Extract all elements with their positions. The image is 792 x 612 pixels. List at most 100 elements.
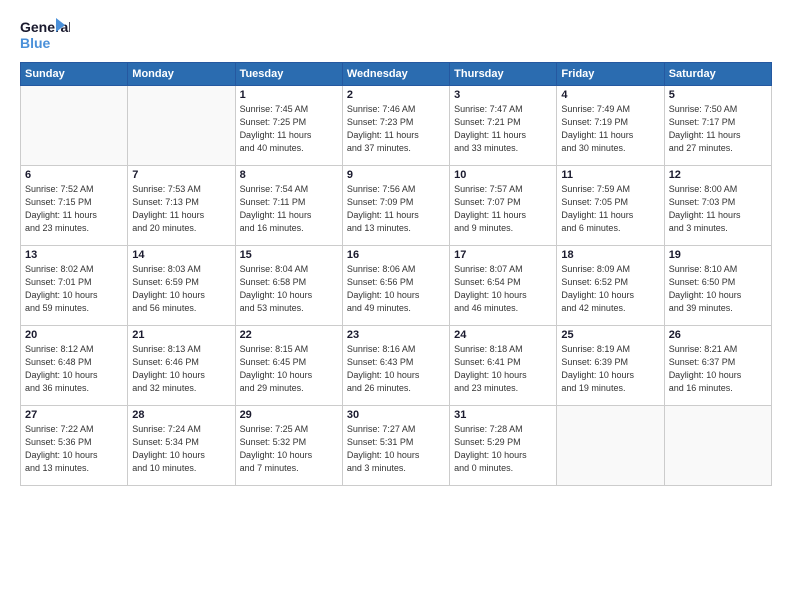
day-detail: Sunrise: 7:49 AM Sunset: 7:19 PM Dayligh…	[561, 103, 659, 155]
day-cell: 30 Sunrise: 7:27 AM Sunset: 5:31 PM Dayli…	[342, 406, 449, 486]
day-number: 4	[561, 89, 659, 101]
day-cell: 29 Sunrise: 7:25 AM Sunset: 5:32 PM Dayli…	[235, 406, 342, 486]
day-detail: Sunrise: 7:59 AM Sunset: 7:05 PM Dayligh…	[561, 183, 659, 235]
day-detail: Sunrise: 8:18 AM Sunset: 6:41 PM Dayligh…	[454, 343, 552, 395]
week-row-4: 20 Sunrise: 8:12 AM Sunset: 6:48 PM Dayli…	[21, 326, 772, 406]
day-detail: Sunrise: 8:03 AM Sunset: 6:59 PM Dayligh…	[132, 263, 230, 315]
day-number: 18	[561, 249, 659, 261]
day-number: 15	[240, 249, 338, 261]
day-cell: 15 Sunrise: 8:04 AM Sunset: 6:58 PM Dayli…	[235, 246, 342, 326]
day-cell	[128, 86, 235, 166]
day-detail: Sunrise: 7:24 AM Sunset: 5:34 PM Dayligh…	[132, 423, 230, 475]
weekday-sunday: Sunday	[21, 63, 128, 86]
day-cell: 11 Sunrise: 7:59 AM Sunset: 7:05 PM Dayli…	[557, 166, 664, 246]
day-cell: 31 Sunrise: 7:28 AM Sunset: 5:29 PM Dayli…	[450, 406, 557, 486]
logo-svg: GeneralBlue	[20, 16, 70, 54]
day-number: 14	[132, 249, 230, 261]
day-cell: 19 Sunrise: 8:10 AM Sunset: 6:50 PM Dayli…	[664, 246, 771, 326]
weekday-tuesday: Tuesday	[235, 63, 342, 86]
day-detail: Sunrise: 8:16 AM Sunset: 6:43 PM Dayligh…	[347, 343, 445, 395]
day-number: 21	[132, 329, 230, 341]
day-cell: 12 Sunrise: 8:00 AM Sunset: 7:03 PM Dayli…	[664, 166, 771, 246]
day-cell: 24 Sunrise: 8:18 AM Sunset: 6:41 PM Dayli…	[450, 326, 557, 406]
day-detail: Sunrise: 7:50 AM Sunset: 7:17 PM Dayligh…	[669, 103, 767, 155]
day-detail: Sunrise: 8:09 AM Sunset: 6:52 PM Dayligh…	[561, 263, 659, 315]
day-cell: 6 Sunrise: 7:52 AM Sunset: 7:15 PM Daylig…	[21, 166, 128, 246]
day-cell: 1Sunrise: 7:45 AM Sunset: 7:25 PM Daylig…	[235, 86, 342, 166]
day-detail: Sunrise: 8:00 AM Sunset: 7:03 PM Dayligh…	[669, 183, 767, 235]
day-cell: 17 Sunrise: 8:07 AM Sunset: 6:54 PM Dayli…	[450, 246, 557, 326]
day-detail: Sunrise: 8:12 AM Sunset: 6:48 PM Dayligh…	[25, 343, 123, 395]
day-cell: 25 Sunrise: 8:19 AM Sunset: 6:39 PM Dayli…	[557, 326, 664, 406]
day-cell: 16Sunrise: 8:06 AM Sunset: 6:56 PM Dayli…	[342, 246, 449, 326]
day-cell: 28 Sunrise: 7:24 AM Sunset: 5:34 PM Dayli…	[128, 406, 235, 486]
day-cell: 10Sunrise: 7:57 AM Sunset: 7:07 PM Dayli…	[450, 166, 557, 246]
week-row-2: 6 Sunrise: 7:52 AM Sunset: 7:15 PM Daylig…	[21, 166, 772, 246]
day-cell: 27 Sunrise: 7:22 AM Sunset: 5:36 PM Dayli…	[21, 406, 128, 486]
day-number: 11	[561, 169, 659, 181]
day-detail: Sunrise: 7:28 AM Sunset: 5:29 PM Dayligh…	[454, 423, 552, 475]
day-cell: 2Sunrise: 7:46 AM Sunset: 7:23 PM Daylig…	[342, 86, 449, 166]
day-number: 9	[347, 169, 445, 181]
day-detail: Sunrise: 7:27 AM Sunset: 5:31 PM Dayligh…	[347, 423, 445, 475]
header: GeneralBlue	[20, 16, 772, 54]
day-number: 31	[454, 409, 552, 421]
day-detail: Sunrise: 8:15 AM Sunset: 6:45 PM Dayligh…	[240, 343, 338, 395]
day-detail: Sunrise: 7:52 AM Sunset: 7:15 PM Dayligh…	[25, 183, 123, 235]
day-cell: 7Sunrise: 7:53 AM Sunset: 7:13 PM Daylig…	[128, 166, 235, 246]
day-cell: 18 Sunrise: 8:09 AM Sunset: 6:52 PM Dayli…	[557, 246, 664, 326]
day-cell: 13Sunrise: 8:02 AM Sunset: 7:01 PM Dayli…	[21, 246, 128, 326]
day-cell: 14 Sunrise: 8:03 AM Sunset: 6:59 PM Dayli…	[128, 246, 235, 326]
day-cell	[21, 86, 128, 166]
weekday-header-row: SundayMondayTuesdayWednesdayThursdayFrid…	[21, 63, 772, 86]
svg-text:General: General	[20, 19, 70, 35]
day-cell: 8 Sunrise: 7:54 AM Sunset: 7:11 PM Daylig…	[235, 166, 342, 246]
day-cell: 3 Sunrise: 7:47 AM Sunset: 7:21 PM Daylig…	[450, 86, 557, 166]
day-detail: Sunrise: 8:19 AM Sunset: 6:39 PM Dayligh…	[561, 343, 659, 395]
day-number: 20	[25, 329, 123, 341]
day-number: 17	[454, 249, 552, 261]
day-cell: 4 Sunrise: 7:49 AM Sunset: 7:19 PM Daylig…	[557, 86, 664, 166]
weekday-thursday: Thursday	[450, 63, 557, 86]
day-detail: Sunrise: 7:47 AM Sunset: 7:21 PM Dayligh…	[454, 103, 552, 155]
day-number: 26	[669, 329, 767, 341]
day-cell	[557, 406, 664, 486]
day-number: 28	[132, 409, 230, 421]
day-number: 30	[347, 409, 445, 421]
day-number: 8	[240, 169, 338, 181]
day-detail: Sunrise: 7:45 AM Sunset: 7:25 PM Dayligh…	[240, 103, 338, 155]
calendar-table: SundayMondayTuesdayWednesdayThursdayFrid…	[20, 62, 772, 486]
day-number: 24	[454, 329, 552, 341]
day-detail: Sunrise: 7:22 AM Sunset: 5:36 PM Dayligh…	[25, 423, 123, 475]
day-detail: Sunrise: 8:07 AM Sunset: 6:54 PM Dayligh…	[454, 263, 552, 315]
day-detail: Sunrise: 8:04 AM Sunset: 6:58 PM Dayligh…	[240, 263, 338, 315]
weekday-wednesday: Wednesday	[342, 63, 449, 86]
day-cell: 22Sunrise: 8:15 AM Sunset: 6:45 PM Dayli…	[235, 326, 342, 406]
day-number: 25	[561, 329, 659, 341]
day-cell: 5Sunrise: 7:50 AM Sunset: 7:17 PM Daylig…	[664, 86, 771, 166]
weekday-friday: Friday	[557, 63, 664, 86]
day-number: 27	[25, 409, 123, 421]
day-number: 29	[240, 409, 338, 421]
day-detail: Sunrise: 8:02 AM Sunset: 7:01 PM Dayligh…	[25, 263, 123, 315]
week-row-1: 1Sunrise: 7:45 AM Sunset: 7:25 PM Daylig…	[21, 86, 772, 166]
day-number: 12	[669, 169, 767, 181]
day-cell: 21 Sunrise: 8:13 AM Sunset: 6:46 PM Dayli…	[128, 326, 235, 406]
day-detail: Sunrise: 8:13 AM Sunset: 6:46 PM Dayligh…	[132, 343, 230, 395]
day-detail: Sunrise: 7:54 AM Sunset: 7:11 PM Dayligh…	[240, 183, 338, 235]
day-detail: Sunrise: 7:57 AM Sunset: 7:07 PM Dayligh…	[454, 183, 552, 235]
day-cell: 23 Sunrise: 8:16 AM Sunset: 6:43 PM Dayli…	[342, 326, 449, 406]
weekday-saturday: Saturday	[664, 63, 771, 86]
week-row-3: 13Sunrise: 8:02 AM Sunset: 7:01 PM Dayli…	[21, 246, 772, 326]
day-number: 19	[669, 249, 767, 261]
page: GeneralBlue SundayMondayTuesdayWednesday…	[0, 0, 792, 612]
weekday-monday: Monday	[128, 63, 235, 86]
day-detail: Sunrise: 7:25 AM Sunset: 5:32 PM Dayligh…	[240, 423, 338, 475]
day-detail: Sunrise: 7:53 AM Sunset: 7:13 PM Dayligh…	[132, 183, 230, 235]
day-number: 6	[25, 169, 123, 181]
day-cell	[664, 406, 771, 486]
day-number: 3	[454, 89, 552, 101]
day-detail: Sunrise: 8:10 AM Sunset: 6:50 PM Dayligh…	[669, 263, 767, 315]
day-number: 23	[347, 329, 445, 341]
day-cell: 9Sunrise: 7:56 AM Sunset: 7:09 PM Daylig…	[342, 166, 449, 246]
